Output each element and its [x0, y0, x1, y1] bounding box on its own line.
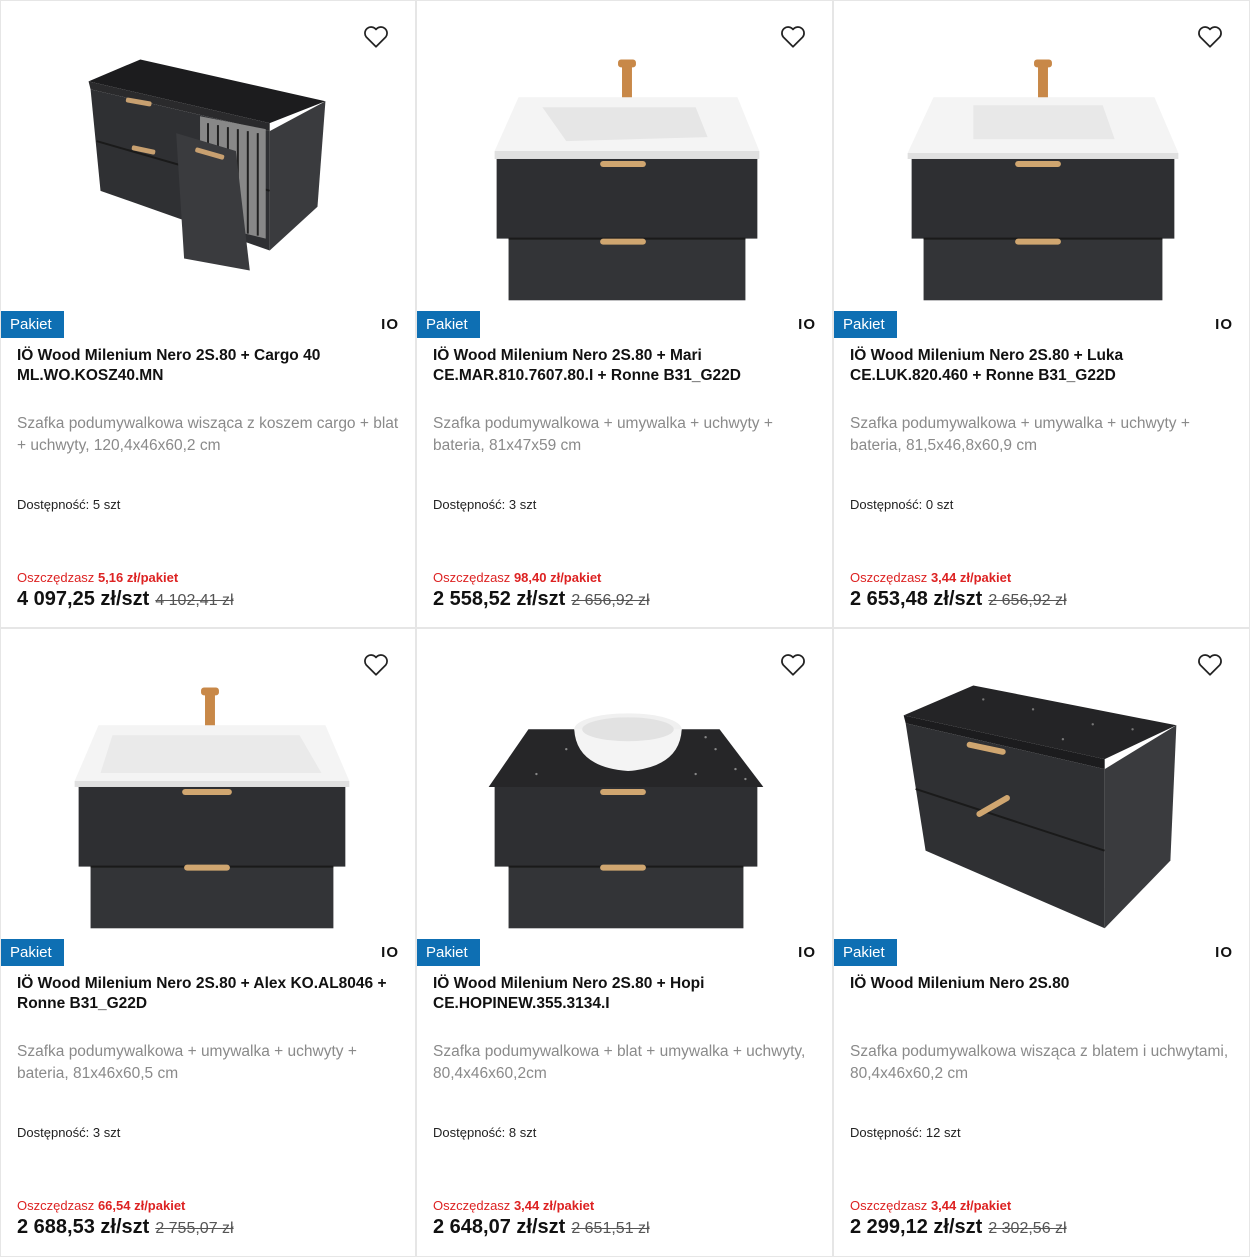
availability-value: 5 szt — [92, 497, 121, 512]
savings-value: 3,44 zł/pakiet — [513, 1198, 595, 1213]
product-description: Szafka podumywalkowa + umywalka + uchwyt… — [17, 1043, 357, 1082]
product-image[interactable] — [834, 1, 1249, 311]
product-card[interactable]: Pakiet IO IÖ Wood Milenium Nero 2S.80 Sz… — [834, 629, 1249, 1256]
old-price: 4 102,41 zł — [155, 592, 234, 609]
product-title[interactable]: IÖ Wood Milenium Nero 2S.80 + Cargo 40 M… — [17, 346, 392, 386]
availability-value: 8 szt — [508, 1125, 537, 1140]
product-card[interactable]: Pakiet IO IÖ Wood Milenium Nero 2S.80 + … — [1, 1, 415, 627]
brand-logo: IO — [798, 316, 816, 333]
brand-logo: IO — [798, 944, 816, 961]
old-price: 2 755,07 zł — [155, 1220, 234, 1237]
product-image[interactable] — [1, 1, 415, 311]
availability-value: 3 szt — [508, 497, 537, 512]
product-title[interactable]: IÖ Wood Milenium Nero 2S.80 — [850, 974, 1225, 994]
availability: Dostępność: 5 szt — [17, 497, 121, 512]
heart-icon[interactable] — [363, 653, 389, 677]
package-badge: Pakiet — [1, 311, 64, 338]
price-row: 2 688,53 zł/szt 2 755,07 zł — [17, 1216, 234, 1239]
product-description: Szafka podumywalkowa + blat + umywalka +… — [433, 1043, 806, 1082]
availability-value: 0 szt — [925, 497, 954, 512]
price: 2 558,52 zł/szt — [433, 588, 566, 610]
cabinet-sink-image — [907, 59, 1179, 301]
product-description: Szafka podumywalkowa + umywalka + uchwyt… — [850, 415, 1190, 454]
price: 2 648,07 zł/szt — [433, 1216, 566, 1238]
product-grid: Pakiet IO IÖ Wood Milenium Nero 2S.80 + … — [0, 0, 1250, 1257]
savings-value: 66,54 zł/pakiet — [97, 1198, 186, 1213]
product-title[interactable]: IÖ Wood Milenium Nero 2S.80 + Luka CE.LU… — [850, 346, 1225, 386]
old-price: 2 656,92 zł — [988, 592, 1067, 609]
price: 2 653,48 zł/szt — [850, 588, 983, 610]
availability: Dostępność: 8 szt — [433, 1125, 537, 1140]
savings-value: 98,40 zł/pakiet — [513, 570, 602, 585]
old-price: 2 302,56 zł — [988, 1220, 1067, 1237]
price-row: 4 097,25 zł/szt 4 102,41 zł — [17, 588, 234, 611]
cabinet-top-image — [903, 685, 1177, 929]
savings-value: 5,16 zł/pakiet — [97, 570, 179, 585]
product-image[interactable] — [417, 629, 832, 939]
savings: Oszczędzasz 3,44 zł/pakiet — [850, 1198, 1012, 1213]
savings: Oszczędzasz 3,44 zł/pakiet — [433, 1198, 595, 1213]
price: 2 299,12 zł/szt — [850, 1216, 983, 1238]
savings-value: 3,44 zł/pakiet — [930, 1198, 1012, 1213]
package-badge: Pakiet — [1, 939, 64, 966]
price-row: 2 653,48 zł/szt 2 656,92 zł — [850, 588, 1067, 611]
product-description: Szafka podumywalkowa + umywalka + uchwyt… — [433, 415, 773, 454]
product-title[interactable]: IÖ Wood Milenium Nero 2S.80 + Alex KO.AL… — [17, 974, 392, 1014]
product-card[interactable]: Pakiet IO IÖ Wood Milenium Nero 2S.80 + … — [834, 1, 1249, 627]
savings: Oszczędzasz 66,54 zł/pakiet — [17, 1198, 186, 1213]
availability-value: 3 szt — [92, 1125, 121, 1140]
brand-logo: IO — [381, 944, 399, 961]
old-price: 2 656,92 zł — [571, 592, 650, 609]
availability: Dostępność: 0 szt — [850, 497, 954, 512]
brand-logo: IO — [1215, 316, 1233, 333]
savings: Oszczędzasz 98,40 zł/pakiet — [433, 570, 602, 585]
product-image[interactable] — [834, 629, 1249, 939]
product-description: Szafka podumywalkowa wisząca z koszem ca… — [17, 415, 399, 454]
package-badge: Pakiet — [417, 311, 480, 338]
price: 2 688,53 zł/szt — [17, 1216, 150, 1238]
heart-icon[interactable] — [1197, 653, 1223, 677]
product-image[interactable] — [1, 629, 415, 939]
cabinet-cargo-image — [88, 59, 326, 271]
cabinet-sink-image — [74, 687, 350, 929]
availability: Dostępność: 3 szt — [17, 1125, 121, 1140]
savings: Oszczędzasz 5,16 zł/pakiet — [17, 570, 179, 585]
brand-logo: IO — [381, 316, 399, 333]
product-description: Szafka podumywalkowa wisząca z blatem i … — [850, 1043, 1229, 1082]
savings: Oszczędzasz 3,44 zł/pakiet — [850, 570, 1012, 585]
availability: Dostępność: 12 szt — [850, 1125, 961, 1140]
price-row: 2 558,52 zł/szt 2 656,92 zł — [433, 588, 650, 611]
price-row: 2 648,07 zł/szt 2 651,51 zł — [433, 1216, 650, 1239]
package-badge: Pakiet — [834, 311, 897, 338]
brand-logo: IO — [1215, 944, 1233, 961]
package-badge: Pakiet — [834, 939, 897, 966]
cabinet-sink-image — [494, 59, 760, 301]
product-card[interactable]: Pakiet IO IÖ Wood Milenium Nero 2S.80 + … — [1, 629, 415, 1256]
heart-icon[interactable] — [780, 25, 806, 49]
product-title[interactable]: IÖ Wood Milenium Nero 2S.80 + Mari CE.MA… — [433, 346, 808, 386]
availability: Dostępność: 3 szt — [433, 497, 537, 512]
price-row: 2 299,12 zł/szt 2 302,56 zł — [850, 1216, 1067, 1239]
price: 4 097,25 zł/szt — [17, 588, 150, 610]
package-badge: Pakiet — [417, 939, 480, 966]
product-image[interactable] — [417, 1, 832, 311]
heart-icon[interactable] — [363, 25, 389, 49]
cabinet-bowl-image — [488, 713, 764, 929]
savings-value: 3,44 zł/pakiet — [930, 570, 1012, 585]
product-card[interactable]: Pakiet IO IÖ Wood Milenium Nero 2S.80 + … — [417, 629, 832, 1256]
availability-value: 12 szt — [925, 1125, 961, 1140]
product-card[interactable]: Pakiet IO IÖ Wood Milenium Nero 2S.80 + … — [417, 1, 832, 627]
old-price: 2 651,51 zł — [571, 1220, 650, 1237]
product-title[interactable]: IÖ Wood Milenium Nero 2S.80 + Hopi CE.HO… — [433, 974, 808, 1014]
heart-icon[interactable] — [1197, 25, 1223, 49]
heart-icon[interactable] — [780, 653, 806, 677]
